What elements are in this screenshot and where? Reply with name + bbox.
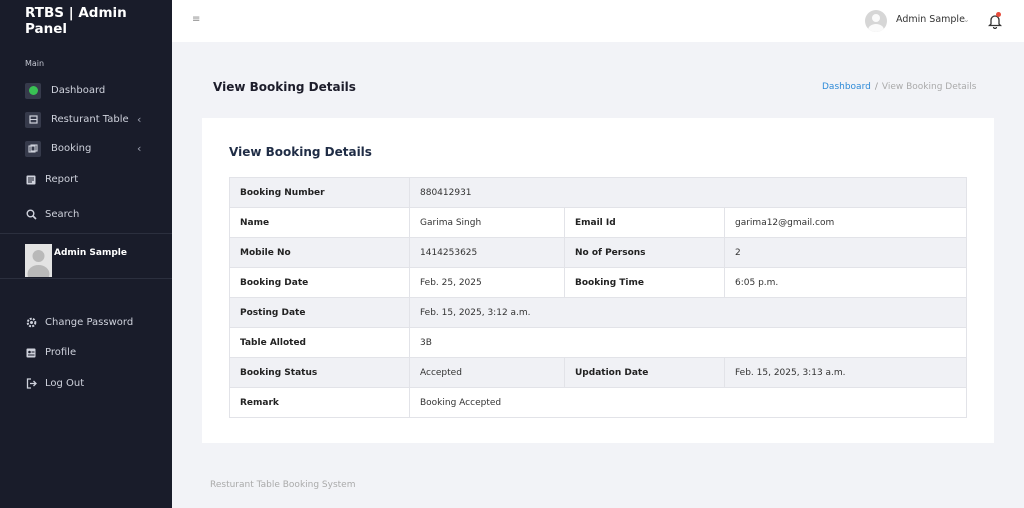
row-value: 6:05 p.m.: [724, 267, 967, 298]
sidebar-item-report[interactable]: Report: [0, 163, 172, 196]
table-row: Booking Date Feb. 25, 2025 Booking Time …: [229, 267, 967, 298]
row-label: Booking Date: [229, 267, 410, 298]
row-value: 3B: [409, 327, 967, 358]
booking-details-table: Booking Number 880412931 Name Garima Sin…: [229, 177, 967, 418]
row-value: 880412931: [409, 177, 967, 208]
dashboard-icon: [25, 82, 41, 99]
sidebar-item-dashboard[interactable]: Dashboard: [0, 76, 172, 105]
row-value: Feb. 15, 2025, 3:13 a.m.: [724, 357, 967, 388]
sidebar-item-label: Profile: [45, 347, 77, 358]
row-label: Email Id: [564, 207, 725, 238]
row-value: Feb. 15, 2025, 3:12 a.m.: [409, 297, 967, 328]
table-row: Remark Booking Accepted: [229, 387, 967, 418]
table-row: Posting Date Feb. 15, 2025, 3:12 a.m.: [229, 297, 967, 328]
sidebar-item-label: Log Out: [45, 378, 85, 389]
row-label: Booking Number: [229, 177, 410, 208]
row-value: Garima Singh: [409, 207, 565, 238]
row-value: Accepted: [409, 357, 565, 388]
row-label: Mobile No: [229, 237, 410, 268]
row-value: 1414253625: [409, 237, 565, 268]
table-row: Name Garima Singh Email Id garima12@gmai…: [229, 207, 967, 238]
page-title: View Booking Details: [213, 80, 356, 94]
sidebar-item-label: Dashboard: [51, 85, 106, 96]
table-row: Booking Status Accepted Updation Date Fe…: [229, 357, 967, 388]
avatar: [25, 244, 52, 277]
profile-icon: [25, 345, 37, 361]
row-label: Updation Date: [564, 357, 725, 388]
search-icon: [25, 207, 37, 223]
sidebar-item-label: Booking: [51, 143, 92, 154]
sidebar-item-booking[interactable]: Booking ‹: [0, 134, 172, 163]
footer-text: Resturant Table Booking System: [210, 480, 356, 490]
booking-icon: [25, 140, 41, 157]
row-label: Booking Time: [564, 267, 725, 298]
row-value: 2: [724, 237, 967, 268]
sidebar-item-label: Search: [45, 209, 80, 220]
breadcrumb-separator: /: [874, 82, 878, 92]
menu-toggle-icon[interactable]: ≡: [192, 14, 200, 25]
breadcrumb-current: View Booking Details: [881, 82, 977, 92]
sidebar-item-profile[interactable]: Profile: [0, 337, 172, 368]
row-value: garima12@gmail.com: [724, 207, 967, 238]
sidebar-item-resturant-table[interactable]: Resturant Table ‹: [0, 105, 172, 134]
brand-title[interactable]: RTBS | Admin Panel: [0, 0, 172, 42]
row-label: Remark: [229, 387, 410, 418]
card-title: View Booking Details: [229, 145, 372, 159]
row-label: Table Alloted: [229, 327, 410, 358]
row-value: Booking Accepted: [409, 387, 967, 418]
sidebar-item-search[interactable]: Search: [0, 196, 172, 233]
sidebar-item-change-password[interactable]: Change Password: [0, 307, 172, 337]
chevron-down-icon[interactable]: ⌄: [963, 15, 970, 24]
breadcrumb: Dashboard / View Booking Details: [822, 82, 976, 92]
booking-details-card: View Booking Details Booking Number 8804…: [202, 118, 994, 443]
sidebar-item-label: Report: [45, 174, 79, 185]
table-row: Mobile No 1414253625 No of Persons 2: [229, 237, 967, 268]
top-user-name[interactable]: Admin Sample: [896, 14, 965, 25]
row-label: Posting Date: [229, 297, 410, 328]
sidebar: RTBS | Admin Panel Main Dashboard Restur…: [0, 0, 172, 508]
gear-icon: [25, 314, 37, 330]
table-row: Table Alloted 3B: [229, 327, 967, 358]
chevron-left-icon: ‹: [137, 113, 142, 126]
top-avatar[interactable]: [865, 10, 887, 32]
row-label: Booking Status: [229, 357, 410, 388]
sidebar-item-label: Resturant Table: [51, 114, 129, 125]
logout-icon: [25, 376, 37, 392]
notification-dot: [996, 12, 1001, 17]
sidebar-user-name: Admin Sample: [54, 248, 127, 258]
sidebar-user[interactable]: Admin Sample: [0, 234, 172, 278]
sidebar-item-logout[interactable]: Log Out: [0, 368, 172, 399]
row-label: No of Persons: [564, 237, 725, 268]
topbar: ≡ Admin Sample ⌄: [172, 0, 1024, 42]
breadcrumb-home-link[interactable]: Dashboard: [822, 82, 871, 92]
menu-section-label: Main: [25, 59, 45, 68]
row-label: Name: [229, 207, 410, 238]
table-row: Booking Number 880412931: [229, 177, 967, 208]
chevron-left-icon: ‹: [137, 142, 142, 155]
table-icon: [25, 111, 41, 128]
row-value: Feb. 25, 2025: [409, 267, 565, 298]
sidebar-item-label: Change Password: [45, 316, 134, 328]
report-icon: [25, 172, 37, 188]
